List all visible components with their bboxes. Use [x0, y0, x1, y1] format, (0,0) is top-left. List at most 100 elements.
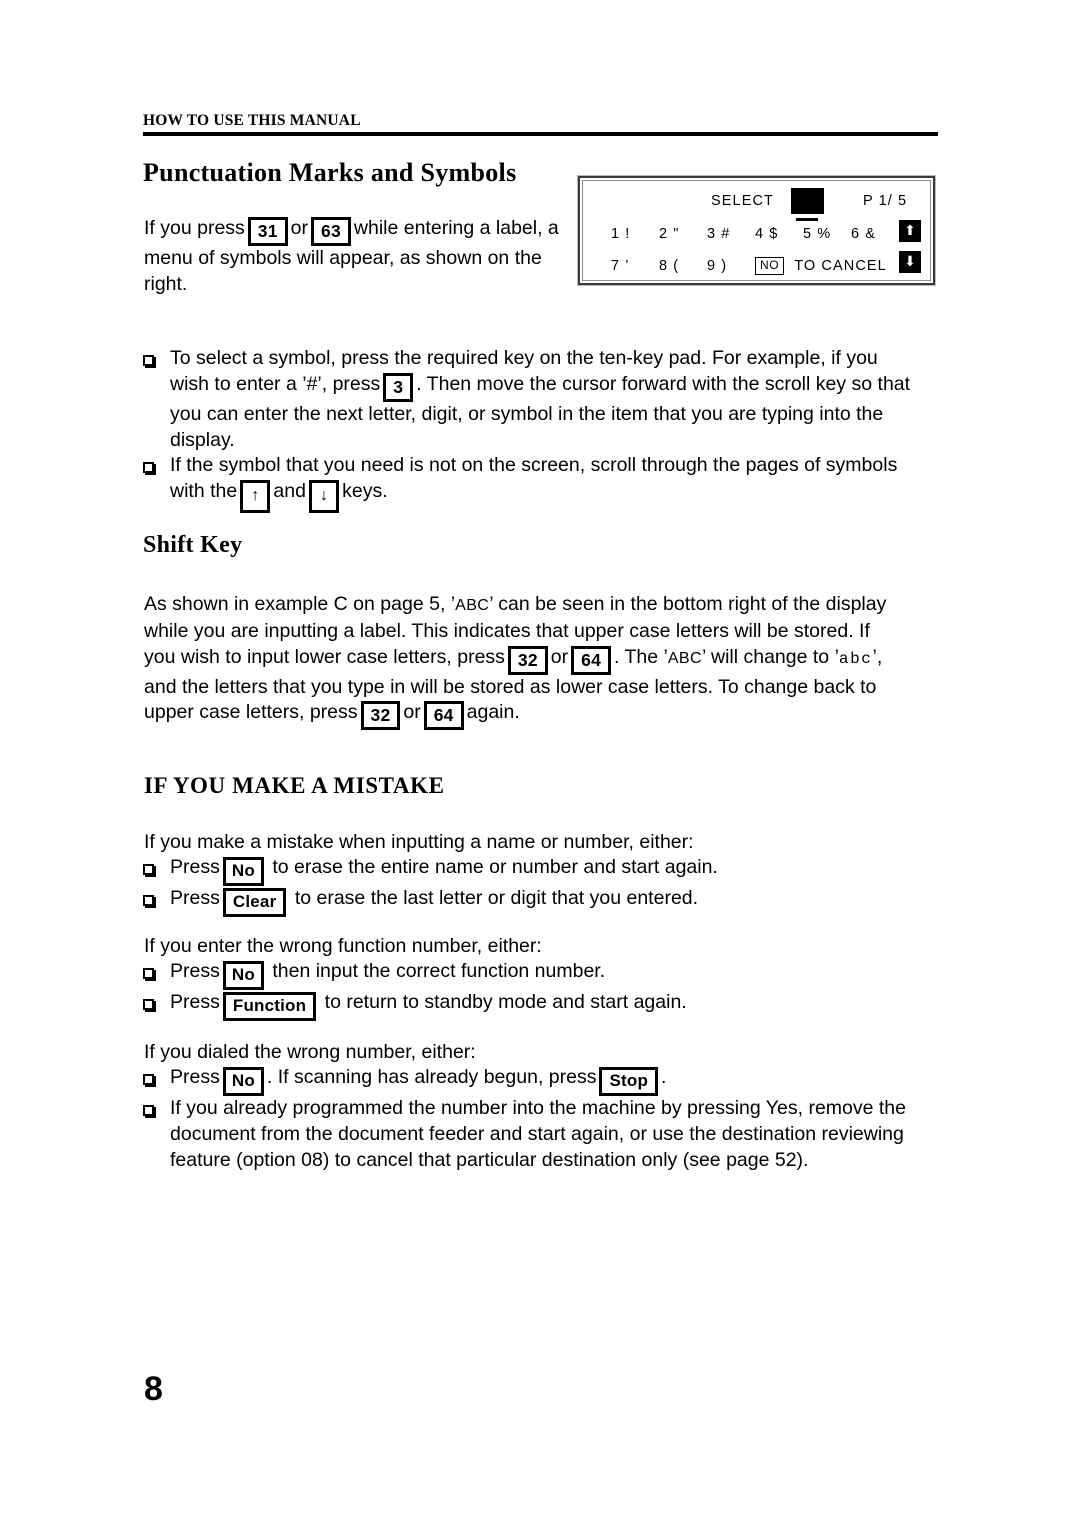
heading-punctuation-marks: Punctuation Marks and Symbols: [143, 158, 517, 187]
square-bullet-icon: [143, 453, 170, 478]
lcd-symbol-2[interactable]: 2 ": [659, 226, 707, 242]
lcd-symbol-1[interactable]: 1 !: [611, 226, 659, 242]
key-stop[interactable]: Stop: [599, 1067, 659, 1096]
list-item: If you already programmed the number int…: [143, 1096, 913, 1173]
key-scroll-down[interactable]: ↓: [308, 480, 340, 514]
abc-lower-indicator: abc: [838, 649, 873, 668]
square-bullet-icon: [143, 855, 170, 880]
key-64-second[interactable]: 64: [423, 701, 464, 731]
press-label: Press: [170, 1066, 220, 1088]
shift-page-ref: 5: [429, 593, 440, 615]
shift-p1: As shown in example C on page: [144, 593, 424, 615]
page-number: 8: [144, 1370, 163, 1408]
mistake-bullet-list-2: Press No then input the correct function …: [143, 959, 913, 1021]
lcd-no-key[interactable]: NO: [755, 257, 785, 275]
mistake-intro-2: If you enter the wrong function number, …: [144, 935, 542, 957]
lcd-cursor-underline: [796, 218, 818, 221]
press-label: Press: [170, 960, 220, 982]
list-item: Press Function to return to standby mode …: [143, 990, 913, 1021]
abc-upper-indicator: ABC: [455, 597, 490, 614]
square-bullet-icon: [143, 1065, 170, 1090]
square-bullet-icon: [143, 886, 170, 911]
header-divider: [143, 132, 938, 137]
key-clear[interactable]: Clear: [222, 888, 287, 917]
key-64-first[interactable]: 64: [571, 645, 612, 675]
list-item: If the symbol that you need is not on th…: [143, 453, 913, 514]
press-label: Press: [170, 887, 220, 909]
key-32-first[interactable]: 32: [507, 645, 548, 675]
arrow-up-icon[interactable]: ⬆: [899, 220, 921, 242]
lcd-symbol-3[interactable]: 3 #: [707, 226, 755, 242]
lcd-symbol-6[interactable]: 6 &: [851, 226, 899, 242]
shift-or-b: or: [403, 701, 421, 724]
shift-or-a: or: [550, 645, 569, 668]
shift-p5: ’ will change to ’: [701, 645, 839, 668]
key-scroll-up[interactable]: ↑: [240, 480, 271, 514]
list-item: Press Clear to erase the last letter or d…: [143, 886, 913, 917]
mistake-bullet-list-1: Press No to erase the entire name or numb…: [143, 855, 913, 917]
press-label: Press: [170, 856, 220, 878]
key-63[interactable]: 63: [311, 217, 351, 246]
mistake-intro-1: If you make a mistake when inputting a n…: [144, 831, 694, 853]
shift-key-paragraph: As shown in example C on page 5, ’ABC’ c…: [144, 592, 904, 731]
list-item: Press No to erase the entire name or numb…: [143, 855, 913, 886]
key-no[interactable]: No: [222, 857, 264, 886]
list-item-body: Press No. If scanning has already begun, …: [170, 1065, 913, 1096]
intro-or: or: [290, 217, 309, 239]
square-bullet-icon: [143, 990, 170, 1015]
list-item: Press No then input the correct function …: [143, 959, 913, 990]
square-bullet-icon: [143, 959, 170, 984]
press-tail: then input the correct function number.: [272, 960, 606, 982]
lcd-symbol-9[interactable]: 9 ): [707, 258, 755, 274]
intro-text-part1: If you press: [144, 217, 245, 239]
lcd-screen: SELECT P 1/ 5 1 ! 2 " 3 # 4 $ 5 % 6 & 7 …: [582, 180, 931, 281]
square-bullet-icon: [143, 346, 170, 371]
lcd-symbol-5[interactable]: 5 %: [803, 226, 851, 242]
heading-shift-key: Shift Key: [143, 532, 243, 558]
list-item-body: Press No then input the correct function …: [170, 959, 913, 990]
key-no[interactable]: No: [222, 961, 264, 990]
key-32-second[interactable]: 32: [360, 701, 401, 731]
lcd-symbol-7[interactable]: 7 ’: [611, 258, 659, 274]
lcd-symbol-8[interactable]: 8 (: [659, 258, 707, 274]
shift-p2: , ’: [439, 593, 456, 615]
list-item-body: If you already programmed the number int…: [170, 1097, 906, 1171]
list-item: To select a symbol, press the required k…: [143, 346, 913, 453]
arrow-down-icon[interactable]: ⬇: [899, 251, 921, 273]
lcd-symbol-row-2: 7 ’ 8 ( 9 ) NO TO CANCEL: [611, 257, 887, 275]
list-item-body: To select a symbol, press the required k…: [170, 346, 913, 453]
lcd-cursor-block: [791, 188, 824, 214]
list-item: Press No. If scanning has already begun, …: [143, 1065, 913, 1096]
manual-page: HOW TO USE THIS MANUAL Punctuation Marks…: [0, 0, 1080, 1528]
lcd-select-label: SELECT: [711, 193, 775, 209]
mistake-bullet-list-3: Press No. If scanning has already begun, …: [143, 1065, 913, 1173]
key-function[interactable]: Function: [222, 992, 317, 1021]
key-no[interactable]: No: [222, 1067, 264, 1096]
press-tail: to return to standby mode and start agai…: [324, 991, 687, 1013]
shift-p4: . The ’: [614, 645, 668, 668]
square-bullet-icon: [143, 1096, 170, 1121]
press-mid: . If scanning has already begun, press: [266, 1066, 597, 1088]
key-31[interactable]: 31: [247, 217, 288, 246]
press-tail: to erase the entire name or number and s…: [272, 856, 718, 878]
key-3[interactable]: 3: [383, 372, 414, 402]
running-header: HOW TO USE THIS MANUAL: [143, 112, 938, 137]
mistake-intro-3: If you dialed the wrong number, either:: [144, 1041, 476, 1063]
lcd-display-panel: SELECT P 1/ 5 1 ! 2 " 3 # 4 $ 5 % 6 & 7 …: [578, 176, 935, 285]
punctuation-intro-paragraph: If you press 31 or 63 while entering a label…: [144, 216, 564, 298]
lcd-symbol-row-1: 1 ! 2 " 3 # 4 $ 5 % 6 &: [611, 226, 901, 242]
list-item-body: Press Clear to erase the last letter or d…: [170, 886, 913, 917]
lcd-symbol-4[interactable]: 4 $: [755, 226, 803, 242]
lcd-cancel-text: TO CANCEL: [794, 258, 887, 274]
list-item-body: Press No to erase the entire name or numb…: [170, 855, 913, 886]
list-item-body: Press Function to return to standby mode …: [170, 990, 913, 1021]
heading-if-you-make-a-mistake: IF YOU MAKE A MISTAKE: [144, 773, 445, 798]
press-tail: .: [661, 1066, 667, 1088]
shift-p7: again.: [466, 701, 520, 724]
bullet2-mid: and: [273, 480, 306, 503]
press-tail: to erase the last letter or digit that y…: [294, 887, 699, 909]
list-item-body: If the symbol that you need is not on th…: [170, 453, 913, 514]
abc-upper-indicator-2: ABC: [667, 649, 702, 667]
lcd-page-indicator: P 1/ 5: [863, 193, 908, 209]
running-header-text: HOW TO USE THIS MANUAL: [143, 112, 361, 129]
